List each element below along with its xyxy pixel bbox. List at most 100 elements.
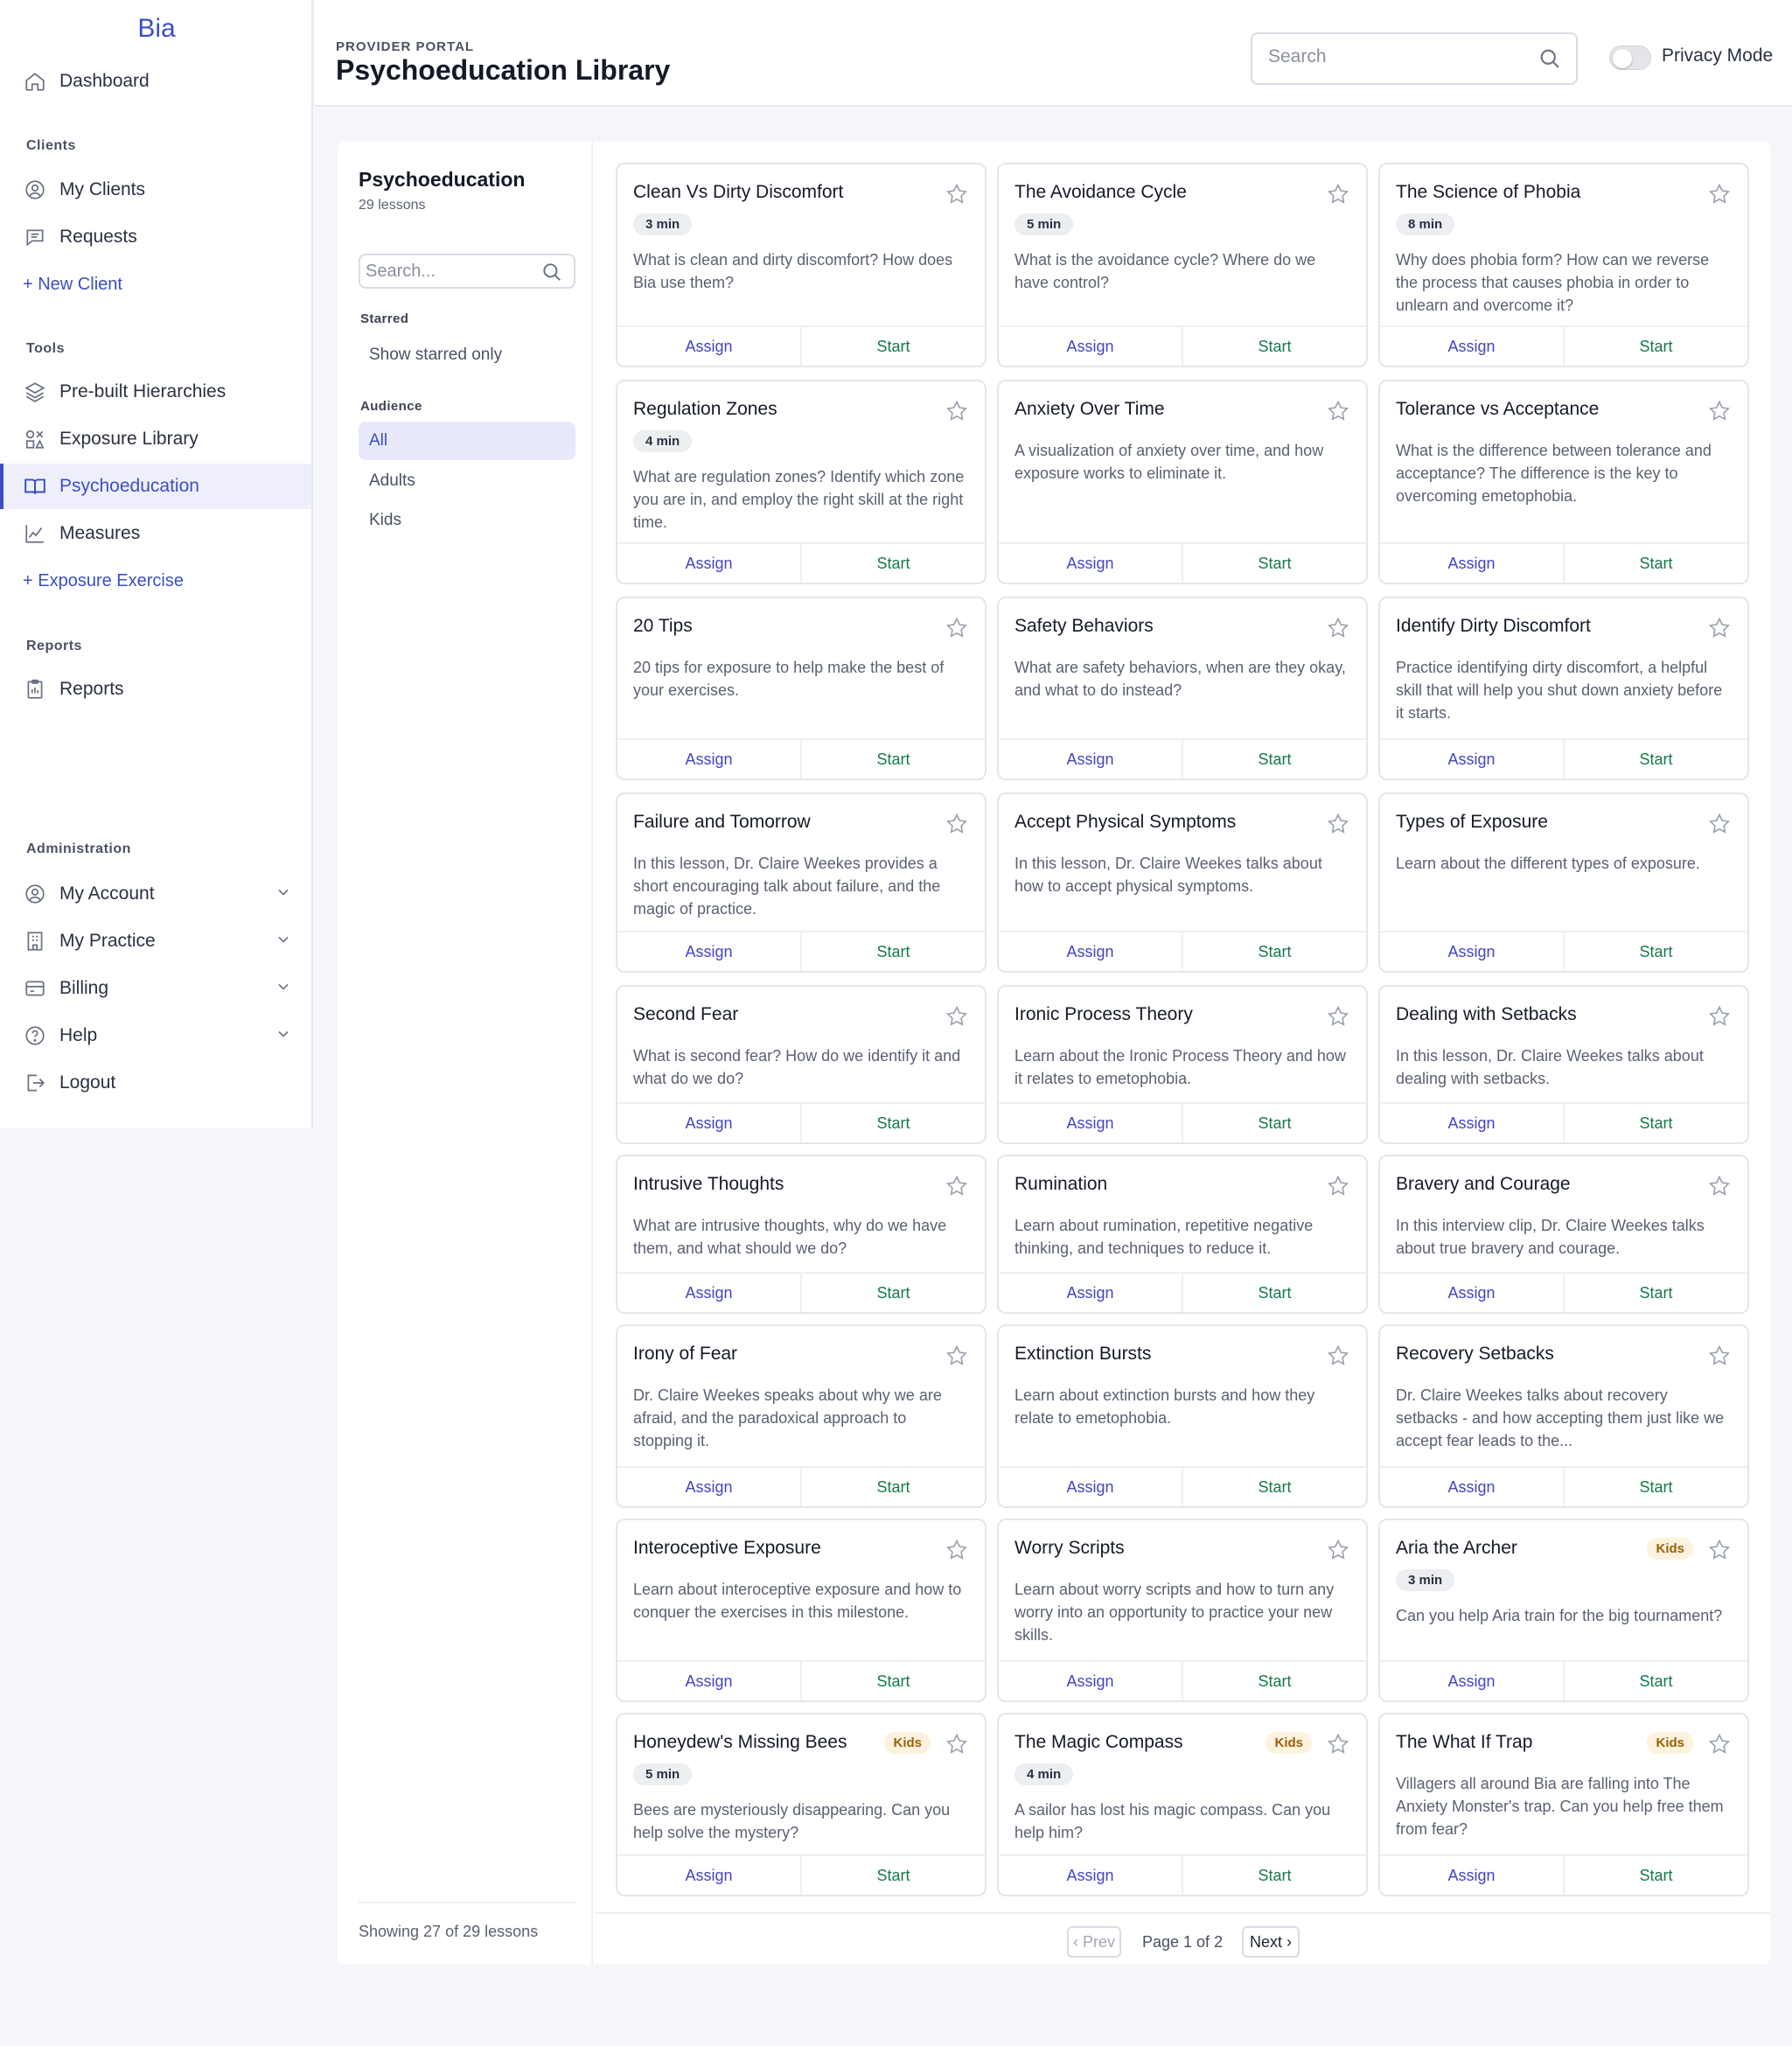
nav-logout[interactable]: Logout — [0, 1060, 311, 1106]
start-button[interactable]: Start — [1183, 1856, 1366, 1895]
assign-button[interactable]: Assign — [999, 740, 1183, 779]
start-button[interactable]: Start — [1183, 1274, 1366, 1312]
assign-button[interactable]: Assign — [617, 1274, 802, 1312]
assign-button[interactable]: Assign — [1380, 932, 1565, 971]
assign-button[interactable]: Assign — [999, 1856, 1183, 1895]
start-button[interactable]: Start — [1565, 327, 1747, 366]
nav-reports[interactable]: Reports — [0, 667, 311, 712]
start-button[interactable]: Start — [802, 1856, 985, 1895]
nav-billing[interactable]: Billing — [0, 966, 311, 1011]
assign-button[interactable]: Assign — [617, 1856, 802, 1895]
star-icon[interactable] — [945, 399, 969, 428]
star-icon[interactable] — [945, 812, 969, 841]
nav-prebuilt-hierarchies[interactable]: Pre-built Hierarchies — [0, 369, 311, 415]
star-icon[interactable] — [945, 1538, 969, 1567]
star-icon[interactable] — [1326, 182, 1350, 211]
assign-button[interactable]: Assign — [617, 544, 802, 583]
lesson-search[interactable] — [359, 254, 575, 289]
nav-dashboard[interactable]: Dashboard — [0, 59, 311, 104]
star-icon[interactable] — [1707, 1538, 1732, 1567]
audience-all[interactable]: All — [359, 422, 575, 460]
start-button[interactable]: Start — [802, 544, 985, 583]
start-button[interactable]: Start — [1183, 932, 1366, 971]
start-button[interactable]: Start — [802, 1468, 985, 1506]
prev-page-button[interactable]: ‹ Prev — [1067, 1926, 1121, 1958]
assign-button[interactable]: Assign — [617, 1468, 802, 1506]
star-icon[interactable] — [1707, 399, 1732, 428]
start-button[interactable]: Start — [1183, 1468, 1366, 1506]
star-icon[interactable] — [1707, 1344, 1732, 1372]
audience-kids[interactable]: Kids — [359, 501, 575, 540]
new-exposure-exercise-link[interactable]: + Exposure Exercise — [0, 558, 311, 604]
assign-button[interactable]: Assign — [1380, 1662, 1565, 1700]
start-button[interactable]: Start — [1565, 1104, 1747, 1142]
star-icon[interactable] — [1326, 616, 1350, 645]
start-button[interactable]: Start — [1565, 1662, 1747, 1700]
start-button[interactable]: Start — [802, 740, 985, 779]
nav-exposure-library[interactable]: Exposure Library — [0, 416, 311, 462]
assign-button[interactable]: Assign — [999, 1104, 1183, 1142]
star-icon[interactable] — [1707, 1004, 1732, 1033]
show-starred-only[interactable]: Show starred only — [359, 336, 575, 374]
search-icon[interactable] — [540, 261, 563, 288]
start-button[interactable]: Start — [1565, 1468, 1747, 1506]
start-button[interactable]: Start — [1183, 1662, 1366, 1700]
star-icon[interactable] — [945, 1004, 969, 1033]
star-icon[interactable] — [1326, 1344, 1350, 1372]
global-search[interactable] — [1251, 32, 1578, 85]
assign-button[interactable]: Assign — [1380, 1468, 1565, 1506]
assign-button[interactable]: Assign — [617, 327, 802, 366]
start-button[interactable]: Start — [1183, 1104, 1366, 1142]
star-icon[interactable] — [1326, 812, 1350, 841]
assign-button[interactable]: Assign — [1380, 327, 1565, 366]
star-icon[interactable] — [1707, 1732, 1732, 1761]
star-icon[interactable] — [1707, 182, 1732, 211]
star-icon[interactable] — [945, 1732, 969, 1761]
star-icon[interactable] — [1326, 1732, 1350, 1761]
nav-help[interactable]: Help — [0, 1013, 311, 1058]
next-page-button[interactable]: Next › — [1242, 1926, 1300, 1958]
assign-button[interactable]: Assign — [1380, 1274, 1565, 1312]
start-button[interactable]: Start — [802, 932, 985, 971]
star-icon[interactable] — [945, 182, 969, 211]
brand-logo[interactable]: Bia — [0, 14, 313, 44]
nav-requests[interactable]: Requests — [0, 214, 311, 260]
assign-button[interactable]: Assign — [999, 932, 1183, 971]
privacy-mode-toggle[interactable] — [1609, 45, 1651, 70]
start-button[interactable]: Start — [802, 1274, 985, 1312]
start-button[interactable]: Start — [1183, 740, 1366, 779]
start-button[interactable]: Start — [1183, 544, 1366, 583]
start-button[interactable]: Start — [1565, 932, 1747, 971]
assign-button[interactable]: Assign — [617, 1104, 802, 1142]
nav-my-practice[interactable]: My Practice — [0, 918, 311, 964]
star-icon[interactable] — [1707, 616, 1732, 645]
audience-adults[interactable]: Adults — [359, 462, 575, 500]
start-button[interactable]: Start — [1565, 740, 1747, 779]
start-button[interactable]: Start — [802, 1662, 985, 1700]
assign-button[interactable]: Assign — [999, 544, 1183, 583]
star-icon[interactable] — [945, 1344, 969, 1372]
global-search-input[interactable] — [1268, 46, 1531, 67]
search-icon[interactable] — [1537, 46, 1562, 75]
start-button[interactable]: Start — [802, 1104, 985, 1142]
start-button[interactable]: Start — [1565, 1274, 1747, 1312]
nav-my-clients[interactable]: My Clients — [0, 167, 311, 213]
assign-button[interactable]: Assign — [1380, 1856, 1565, 1895]
start-button[interactable]: Start — [1565, 544, 1747, 583]
assign-button[interactable]: Assign — [1380, 740, 1565, 779]
nav-my-account[interactable]: My Account — [0, 871, 311, 917]
assign-button[interactable]: Assign — [617, 740, 802, 779]
start-button[interactable]: Start — [1565, 1856, 1747, 1895]
star-icon[interactable] — [1326, 1004, 1350, 1033]
assign-button[interactable]: Assign — [1380, 544, 1565, 583]
assign-button[interactable]: Assign — [999, 1468, 1183, 1506]
assign-button[interactable]: Assign — [617, 1662, 802, 1700]
star-icon[interactable] — [1326, 399, 1350, 428]
star-icon[interactable] — [945, 616, 969, 645]
assign-button[interactable]: Assign — [999, 1274, 1183, 1312]
star-icon[interactable] — [1326, 1174, 1350, 1203]
nav-psychoeducation[interactable]: Psychoeducation — [0, 464, 311, 509]
star-icon[interactable] — [1707, 812, 1732, 841]
assign-button[interactable]: Assign — [999, 1662, 1183, 1700]
star-icon[interactable] — [1707, 1174, 1732, 1203]
